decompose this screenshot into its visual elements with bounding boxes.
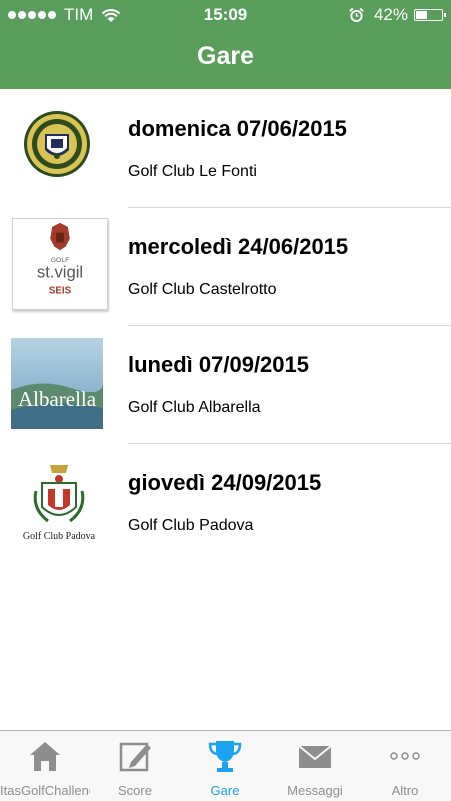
page-title: Gare <box>197 42 254 70</box>
header: TIM 15:09 42% Gare <box>0 0 451 89</box>
tab-altro[interactable]: Altro <box>360 731 450 801</box>
list-item[interactable]: domenica 07/06/2015 Golf Club Le Fonti <box>0 90 451 208</box>
battery-fill <box>416 11 428 19</box>
tab-label: Altro <box>391 783 419 798</box>
padova-caption: Golf Club Padova <box>23 531 96 542</box>
event-venue: Golf Club Castelrotto <box>128 281 277 298</box>
tab-score[interactable]: Score <box>90 731 180 801</box>
pencil-icon <box>119 742 151 772</box>
tab-label: Score <box>118 783 152 798</box>
trophy-icon <box>208 741 242 772</box>
st-vigil-logo: GOLF st.vigil SEIS <box>12 218 108 310</box>
status-right: 42% <box>349 5 446 25</box>
event-list[interactable]: domenica 07/06/2015 Golf Club Le Fonti G… <box>0 90 451 562</box>
tab-label: Messaggi <box>287 783 343 798</box>
st-vigil-name: st.vigil <box>37 263 83 282</box>
st-vigil-sub: SEIS <box>49 285 72 296</box>
event-date: lunedì 07/09/2015 <box>128 352 309 377</box>
event-venue: Golf Club Le Fonti <box>128 163 257 180</box>
battery-percent: 42% <box>373 5 408 24</box>
albarella-name: Albarella <box>18 387 97 411</box>
event-date: giovedì 24/09/2015 <box>128 470 322 495</box>
tab-itasgolfchallenge[interactable]: ItasGolfChallenge <box>0 731 90 801</box>
event-venue: Golf Club Padova <box>128 517 254 534</box>
tab-bar: ItasGolfChallenge Score Gare Messaggi Al… <box>0 730 451 801</box>
albarella-logo: Albarella <box>11 338 103 429</box>
event-date: domenica 07/06/2015 <box>128 116 347 141</box>
status-bar: TIM 15:09 42% <box>0 0 451 30</box>
more-icon <box>390 752 420 760</box>
tab-messaggi[interactable]: Messaggi <box>270 731 360 801</box>
battery-icon <box>414 9 446 21</box>
event-venue: Golf Club Albarella <box>128 399 261 416</box>
list-item[interactable]: Albarella lunedì 07/09/2015 Golf Club Al… <box>0 326 451 444</box>
le-fonti-logo <box>23 110 91 178</box>
padova-logo: Golf Club Padova <box>12 459 106 549</box>
envelope-icon <box>298 745 332 768</box>
alarm-icon <box>349 7 364 23</box>
list-item[interactable]: GOLF st.vigil SEIS mercoledì 24/06/2015 … <box>0 208 451 326</box>
tab-label: Gare <box>210 783 240 798</box>
tab-label: ItasGolfChallenge <box>0 783 90 798</box>
tab-gare[interactable]: Gare <box>180 731 270 801</box>
event-date: mercoledì 24/06/2015 <box>128 234 349 259</box>
list-item[interactable]: Golf Club Padova giovedì 24/09/2015 Golf… <box>0 444 451 562</box>
house-icon <box>30 742 60 771</box>
